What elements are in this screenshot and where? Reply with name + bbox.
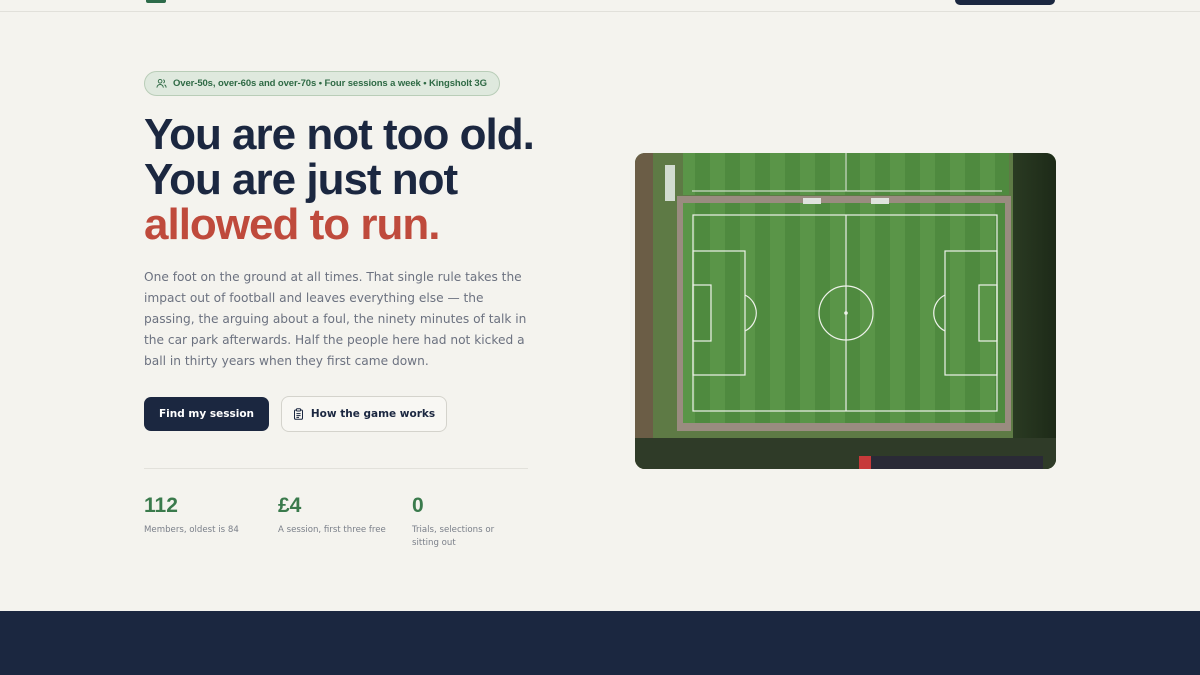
stat-members: 112 Members, oldest is 84 [144, 494, 264, 537]
audience-badge: Over-50s, over-60s and over-70s • Four s… [144, 71, 500, 96]
hero-description: One foot on the ground at all times. Tha… [144, 270, 527, 368]
page-title: You are not too old. You are just not al… [144, 112, 604, 247]
title-line-1: You are not too old. [144, 110, 535, 159]
stat-value: 112 [144, 494, 178, 517]
how-game-works-button[interactable]: How the game works [281, 396, 447, 432]
pitch-aerial-photo [635, 153, 1056, 469]
how-game-works-label: How the game works [310, 408, 436, 420]
site-logo[interactable] [146, 0, 166, 3]
football-pitch-image [635, 153, 1056, 469]
stats-divider [144, 468, 528, 469]
badge-text: Over-50s, over-60s and over-70s • Four s… [173, 78, 487, 89]
stat-label: Members, oldest is 84 [144, 525, 239, 535]
stat-label: A session, first three free [278, 525, 386, 535]
clipboard-icon [293, 408, 303, 420]
stat-price: £4 A session, first three free [278, 494, 398, 537]
find-session-label: Find my session [158, 408, 255, 420]
title-line-2: You are just not [144, 155, 458, 204]
stat-label: Trials, selections or sitting out [412, 525, 495, 548]
stat-value: 0 [412, 494, 424, 517]
header-cta-button[interactable] [955, 0, 1055, 5]
title-line-3: allowed to run. [144, 200, 440, 249]
next-section-band [0, 611, 1200, 675]
people-icon [156, 79, 167, 88]
stat-value: £4 [278, 494, 302, 517]
find-session-button[interactable]: Find my session [144, 397, 269, 431]
site-header [0, 0, 1200, 12]
stat-trials: 0 Trials, selections or sitting out [412, 494, 512, 550]
